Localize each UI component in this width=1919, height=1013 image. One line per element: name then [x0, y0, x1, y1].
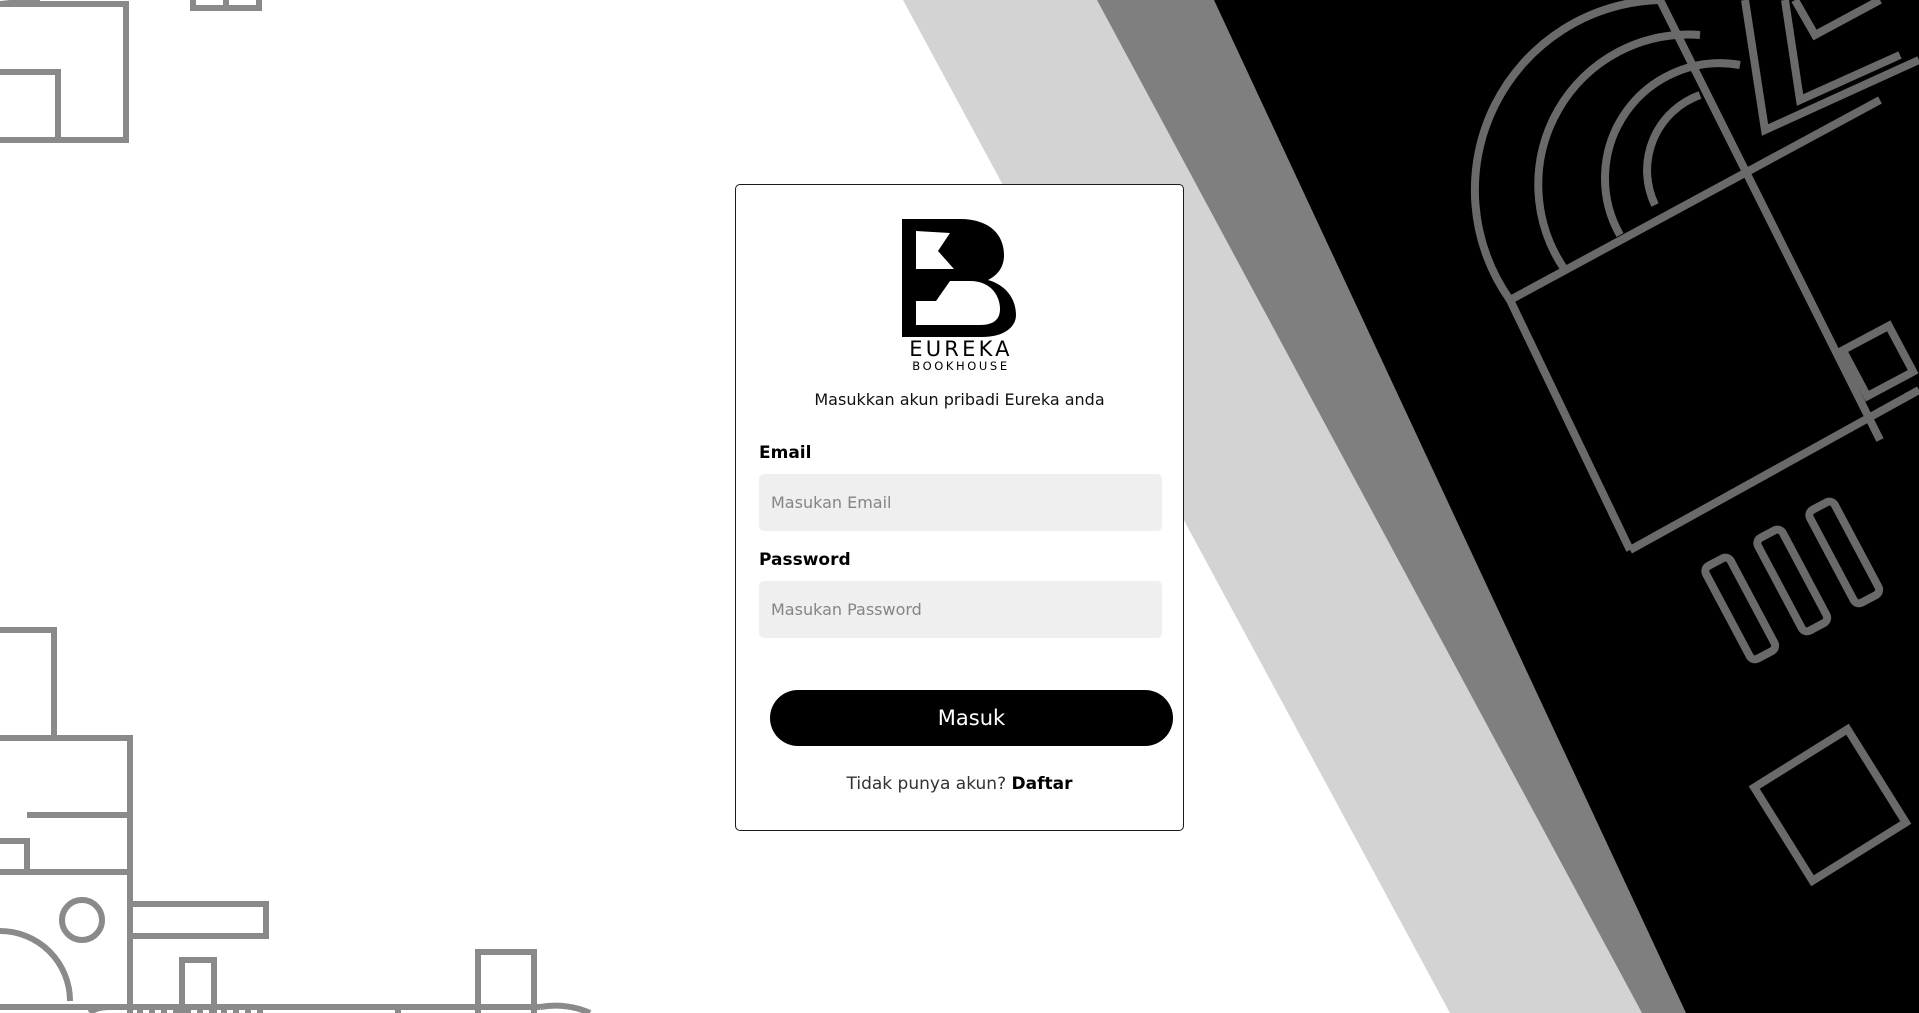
login-subtitle: Masukkan akun pribadi Eureka anda — [814, 390, 1105, 409]
register-row: Tidak punya akun? Daftar — [736, 774, 1183, 794]
register-link[interactable]: Daftar — [1012, 774, 1073, 794]
password-label: Password — [759, 550, 851, 570]
brand-name: EUREKA — [909, 337, 1013, 361]
bottom-left-line-art — [0, 627, 592, 1013]
brand-subname: BOOKHOUSE — [912, 359, 1010, 373]
register-prompt: Tidak punya akun? — [846, 774, 1007, 794]
login-button[interactable]: Masuk — [770, 690, 1173, 746]
eureka-b-logo-icon — [901, 219, 1016, 337]
login-card: EUREKA BOOKHOUSE Masukkan akun pribadi E… — [735, 184, 1184, 831]
email-input[interactable] — [759, 474, 1162, 531]
brand-logo: EUREKA BOOKHOUSE — [736, 219, 1183, 372]
password-input[interactable] — [759, 581, 1162, 638]
login-page: EUREKA BOOKHOUSE Masukkan akun pribadi E… — [0, 0, 1919, 1013]
top-left-line-art — [0, 0, 262, 143]
email-label: Email — [759, 443, 812, 463]
